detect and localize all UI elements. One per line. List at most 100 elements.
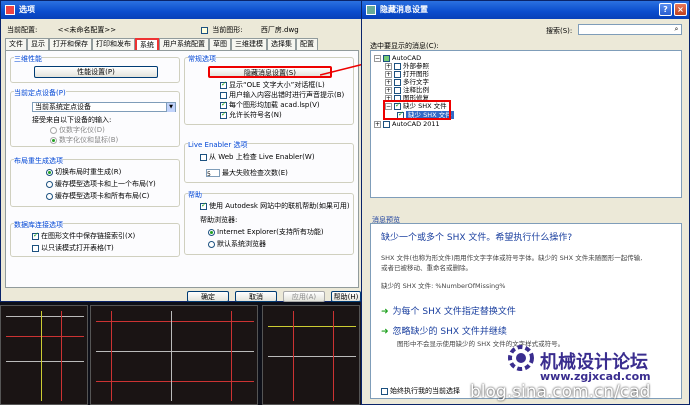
expand-icon[interactable]: + [374,120,381,128]
checkbox-icon[interactable] [394,70,401,78]
radio-digitizer-only[interactable]: 仅数字化仪(D) [50,125,105,135]
radio-default-browser[interactable]: 默认系统浏览器 [208,239,266,249]
action-ignore-continue[interactable]: ➜ 忽略缺少的 SHX 文件并继续 [381,324,507,337]
cancel-button[interactable]: 取消 [235,291,277,302]
expand-icon[interactable]: + [385,86,392,94]
chevron-down-icon: ▼ [166,103,175,112]
search-input[interactable]: ⌕ [578,24,682,35]
group-3d-title: 三维性能 [14,54,42,64]
tree-node-child[interactable]: + 注释比例 [385,86,429,94]
tab-1[interactable]: 显示 [27,38,49,50]
system-tab-panel: 三维性能 性能设置(P) 当前定点设备(P) 当前系统定点设备 ▼ 接受来自以下… [5,50,359,288]
search-icon[interactable]: ⌕ [672,25,681,34]
cb-online-help[interactable]: 使用 Autodesk 网站中的联机帮助(如果可用) [200,201,350,211]
expand-icon[interactable]: + [385,78,392,86]
tree-node-autocad[interactable]: − AutoCAD [374,54,421,62]
checkbox-icon [200,153,207,161]
cb-save-link-index[interactable]: 在图形文件中保存链接索引(X) [32,231,135,241]
radio-icon [46,168,53,176]
tree-node-child[interactable]: + 外部参照 [385,62,429,70]
action-specify-replacement[interactable]: ➜ 为每个 SHX 文件指定替换文件 [381,304,516,317]
tab-8[interactable]: 选择集 [267,38,296,50]
expand-icon[interactable]: + [385,70,392,78]
collapse-icon[interactable]: − [374,54,381,62]
hidden-messages-settings-button[interactable]: 隐藏消息设置(S) [208,66,332,78]
group-general-title: 常规选项 [188,54,216,64]
radio-internet-explorer[interactable]: Internet Explorer(支持所有功能) [208,227,324,237]
cb-beep-on-error[interactable]: 用户输入内容出错时进行声音提示(B) [220,90,344,100]
current-config: 当前配置: <<未命名配置>> [7,26,117,34]
options-title-bar[interactable]: 选项 [1,1,361,19]
cb-long-symbol-names[interactable]: 允许长符号名(N) [220,110,282,120]
checkbox-icon[interactable] [383,120,390,128]
cad-drawing-thumbnail-3 [262,305,360,405]
cb-always-current-choice[interactable]: 始终执行我的当前选择 [381,386,460,396]
checkbox-icon [220,100,227,109]
preview-body-1: SHX 文件(也称为形文件)用用作文字字体或符号字体。缺少的 SHX 文件未随图… [381,254,643,262]
action-2-sub: 图形中不会显示使用缺少的 SHX 文件的文字样式或符号。 [397,340,565,348]
cb-load-acad-lsp[interactable]: 每个图形均加载 acad.lsp(V) [220,100,320,110]
tree-node-child[interactable]: + 多行文字 [385,78,429,86]
preview-body-3: 缺少的 SHX 文件: %NumberOfMissing% [381,282,506,290]
app-icon [5,5,15,15]
hidden-messages-title-bar[interactable]: 隐藏消息设置 ? × [362,1,689,19]
radio-regen-on-switch[interactable]: 切换布局时重生成(R) [46,167,121,177]
tab-5[interactable]: 用户系统配置 [159,38,209,50]
tab-9[interactable]: 配置 [296,38,318,50]
radio-icon [50,136,57,144]
tab-6[interactable]: 草图 [209,38,231,50]
dialog-icon [366,5,376,15]
close-icon[interactable]: × [674,3,687,16]
group-layout-title: 布局重生成选项 [14,156,63,166]
radio-icon [46,180,53,188]
help-browser-label: 帮助浏览器: [200,216,238,224]
cad-drawing-thumbnail-2 [90,305,258,405]
apply-button[interactable]: 应用(A) [283,291,325,302]
group-pointing-title: 当前定点设备(P) [14,88,66,98]
search-label: 搜索(S): [546,27,573,35]
drawing-icon [201,26,208,34]
checkbox-icon[interactable] [394,78,401,86]
ok-button[interactable]: 确定 [187,291,229,302]
help-button[interactable]: 帮助(H) [331,291,361,302]
tab-2[interactable]: 打开和保存 [49,38,92,50]
preview-title: 缺少一个或多个 SHX 文件。希望执行什么操作? [381,233,573,243]
checkbox-icon[interactable] [394,86,401,94]
radio-icon [208,228,215,236]
preview-body-2: 或者已被移动、重命名或删除。 [381,264,472,272]
radio-digitizer-mouse[interactable]: 数字化仪和鼠标(B) [50,135,118,145]
forum-logo-icon [508,345,534,371]
radio-icon [208,240,215,248]
cb-ole-text-size[interactable]: 显示“OLE 文字大小”对话框(L) [220,80,325,90]
group-dbconn-title: 数据库连接选项 [14,220,63,230]
cb-check-live-enabler[interactable]: 从 Web 上检查 Live Enabler(W) [200,152,315,162]
checkbox-icon [32,231,39,240]
cad-drawing-thumbnail-1 [0,305,88,405]
arrow-right-icon: ➜ [381,327,389,337]
tab-4[interactable]: 系统 [135,38,159,50]
radio-cache-model-last[interactable]: 缓存模型选项卡和上一个布局(Y) [46,179,156,189]
checkbox-icon [220,80,227,89]
checkbox-icon [220,91,227,99]
pointing-device-select[interactable]: 当前系统定点设备 ▼ [32,102,176,112]
checkbox-icon [381,387,388,395]
checkbox-icon[interactable] [394,62,401,70]
highlight-box [383,100,451,120]
tree-node-child[interactable]: + 打开图形 [385,70,429,78]
cb-open-tables-readonly[interactable]: 以只读模式打开表格(T) [32,243,114,253]
tree-node-autocad-2011[interactable]: + AutoCAD 2011 [374,120,440,128]
performance-settings-button[interactable]: 性能设置(P) [34,66,158,78]
tab-3[interactable]: 打印和发布 [92,38,135,50]
radio-icon [46,192,53,200]
arrow-right-icon: ➜ [381,307,389,317]
max-failed-checks[interactable]: 5 最大失败检查次数(E) [206,168,288,178]
tab-0[interactable]: 文件 [5,38,27,50]
help-icon[interactable]: ? [659,3,672,16]
expand-icon[interactable]: + [385,62,392,70]
checkbox-icon[interactable] [383,54,390,62]
checkbox-icon [220,110,227,119]
radio-cache-model-all[interactable]: 缓存模型选项卡和所有布局(C) [46,191,149,201]
tab-7[interactable]: 三维建模 [231,38,267,50]
max-failed-checks-input[interactable]: 5 [206,169,220,178]
options-tabs: 文件 显示 打开和保存 打印和发布 系统 用户系统配置 草图 三维建模 选择集 配置 [5,38,318,50]
